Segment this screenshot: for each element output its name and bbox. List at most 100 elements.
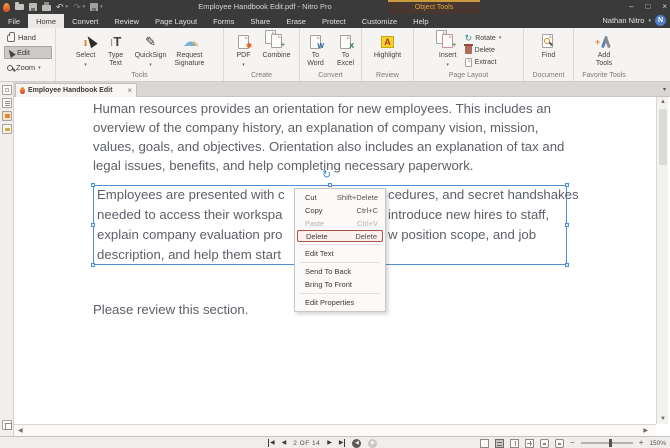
tab-customize[interactable]: Customize bbox=[354, 14, 405, 28]
maximize-button[interactable]: □ bbox=[645, 1, 650, 13]
scroll-down-icon[interactable]: ▼ bbox=[657, 416, 669, 422]
vertical-scroll-thumb[interactable] bbox=[659, 109, 667, 165]
pdf-dropdown-icon[interactable]: ▾ bbox=[242, 62, 245, 68]
pages-panel-icon[interactable] bbox=[2, 85, 12, 95]
resize-handle[interactable] bbox=[565, 263, 569, 267]
quick-tool-dropdown-icon[interactable]: ▾ bbox=[100, 4, 103, 10]
tab-share[interactable]: Share bbox=[242, 14, 278, 28]
zoom-out-icon[interactable]: − bbox=[570, 439, 575, 447]
request-signature-button[interactable]: ☁✎ Request Signature bbox=[170, 30, 208, 68]
insert-dropdown-icon[interactable]: ▾ bbox=[446, 62, 449, 68]
menu-item-copy[interactable]: CopyCtrl+C bbox=[295, 204, 385, 217]
scroll-right-icon[interactable]: ▶ bbox=[643, 427, 648, 434]
zoom-in-icon[interactable]: + bbox=[639, 439, 644, 447]
type-text-button[interactable]: ıT Type Text bbox=[101, 30, 131, 68]
last-page-icon[interactable]: ▶ bbox=[339, 439, 346, 447]
tab-convert[interactable]: Convert bbox=[64, 14, 106, 28]
scroll-up-icon[interactable]: ▲ bbox=[657, 99, 669, 105]
to-word-button[interactable]: W To Word bbox=[301, 30, 331, 68]
previous-page-icon[interactable]: ◀ bbox=[282, 439, 287, 447]
user-account[interactable]: Nathan Nitro ▾ N bbox=[602, 15, 666, 26]
undo-icon[interactable]: ↶ bbox=[56, 2, 64, 12]
zoom-slider-thumb[interactable] bbox=[609, 439, 612, 447]
tab-file[interactable]: File bbox=[0, 14, 28, 28]
quick-tool-icon[interactable] bbox=[90, 3, 98, 11]
user-dropdown-icon[interactable]: ▾ bbox=[648, 18, 651, 24]
insert-button[interactable]: + Insert ▾ bbox=[433, 30, 463, 68]
view-fullscreen-icon[interactable] bbox=[555, 439, 564, 448]
view-grid-icon[interactable] bbox=[525, 439, 534, 448]
attachments-panel-icon[interactable] bbox=[2, 420, 12, 430]
combine-plus-icon: + bbox=[281, 42, 285, 49]
print-icon[interactable] bbox=[42, 5, 51, 11]
quicksign-button[interactable]: ✎ QuickSign ▾ bbox=[131, 30, 171, 68]
view-back-icon[interactable]: ◀ bbox=[352, 439, 361, 448]
menu-item-delete[interactable]: DeleteDelete bbox=[297, 230, 383, 242]
bookmarks-panel-icon[interactable] bbox=[2, 98, 12, 108]
select-dropdown-icon[interactable]: ▾ bbox=[84, 62, 87, 68]
zoom-level[interactable]: 150% bbox=[649, 440, 666, 447]
signatures-panel-icon[interactable] bbox=[2, 124, 12, 134]
view-continuous-icon[interactable] bbox=[495, 439, 504, 448]
resize-handle[interactable] bbox=[91, 263, 95, 267]
create-pdf-button[interactable]: ✱ PDF ▾ bbox=[228, 30, 258, 68]
redo-dropdown-icon[interactable]: ▾ bbox=[83, 4, 86, 10]
redo-icon[interactable]: ↷ bbox=[73, 2, 81, 12]
open-icon[interactable] bbox=[15, 4, 24, 10]
view-single-page-icon[interactable] bbox=[480, 439, 489, 448]
resize-handle[interactable] bbox=[91, 183, 95, 187]
document-tab[interactable]: Employee Handbook Edit × bbox=[15, 83, 137, 97]
delete-page-button[interactable]: Delete bbox=[465, 45, 502, 55]
menu-item-send-to-back[interactable]: Send To Back bbox=[295, 265, 385, 278]
tab-protect[interactable]: Protect bbox=[314, 14, 354, 28]
rotate-dropdown-icon[interactable]: ▾ bbox=[499, 35, 502, 41]
view-fit-width-icon[interactable] bbox=[540, 439, 549, 448]
resize-handle[interactable] bbox=[91, 223, 95, 227]
minimize-button[interactable]: – bbox=[629, 1, 633, 13]
tab-home[interactable]: Home bbox=[28, 14, 64, 28]
menu-item-edit-properties[interactable]: Edit Properties bbox=[295, 296, 385, 309]
pane-options-icon[interactable]: ▾ bbox=[663, 86, 666, 93]
quicksign-dropdown-icon[interactable]: ▾ bbox=[149, 62, 152, 68]
save-icon[interactable] bbox=[29, 3, 37, 11]
document-tab-close-icon[interactable]: × bbox=[127, 86, 132, 95]
combine-button[interactable]: + Combine bbox=[258, 30, 294, 60]
menu-item-edit-text[interactable]: Edit Text bbox=[295, 247, 385, 260]
tab-page-layout[interactable]: Page Layout bbox=[147, 14, 205, 28]
first-page-icon[interactable]: ◀ bbox=[268, 439, 275, 447]
zoom-dropdown-icon[interactable]: ▾ bbox=[38, 65, 41, 71]
menu-item-bring-to-front[interactable]: Bring To Front bbox=[295, 278, 385, 291]
vertical-scrollbar[interactable]: ▲ ▼ bbox=[656, 97, 668, 424]
add-tools-button[interactable]: + Add Tools bbox=[589, 30, 619, 68]
to-excel-button[interactable]: X To Excel bbox=[331, 30, 361, 68]
tab-help[interactable]: Help bbox=[405, 14, 436, 28]
avatar[interactable]: N bbox=[655, 15, 666, 26]
tab-erase[interactable]: Erase bbox=[278, 14, 314, 28]
document-page[interactable]: Human resources provides an orientation … bbox=[14, 97, 656, 425]
rotate-button[interactable]: ↻ Rotate ▾ bbox=[465, 33, 502, 43]
rotate-handle-icon[interactable]: ↻ bbox=[322, 170, 331, 181]
edit-tool-button[interactable]: Edit bbox=[4, 46, 52, 59]
menu-item-cut[interactable]: CutShift+Delete bbox=[295, 191, 385, 204]
resize-handle[interactable] bbox=[328, 183, 332, 187]
zoom-tool-button[interactable]: Zoom ▾ bbox=[4, 61, 52, 74]
comments-panel-icon[interactable] bbox=[2, 111, 12, 121]
highlight-button[interactable]: A Highlight bbox=[370, 30, 405, 60]
close-button[interactable]: × bbox=[662, 1, 667, 13]
zoom-slider[interactable] bbox=[581, 442, 633, 444]
type-text-icon: ıT bbox=[110, 33, 122, 50]
undo-dropdown-icon[interactable]: ▾ bbox=[66, 4, 69, 10]
select-button[interactable]: ı Select ▾ bbox=[71, 30, 101, 68]
resize-handle[interactable] bbox=[565, 223, 569, 227]
extract-button[interactable]: Extract bbox=[465, 57, 502, 67]
tab-forms[interactable]: Forms bbox=[205, 14, 242, 28]
scroll-left-icon[interactable]: ◀ bbox=[18, 427, 23, 434]
view-forward-icon[interactable]: ▶ bbox=[368, 439, 377, 448]
find-button[interactable]: Find bbox=[534, 30, 564, 60]
next-page-icon[interactable]: ▶ bbox=[327, 439, 332, 447]
hand-tool-button[interactable]: Hand bbox=[4, 31, 52, 44]
tab-review[interactable]: Review bbox=[106, 14, 147, 28]
horizontal-scrollbar[interactable]: ◀ ▶ bbox=[14, 424, 656, 436]
view-facing-pages-icon[interactable] bbox=[510, 439, 519, 448]
page-indicator[interactable]: 2 OF 14 bbox=[293, 440, 320, 447]
